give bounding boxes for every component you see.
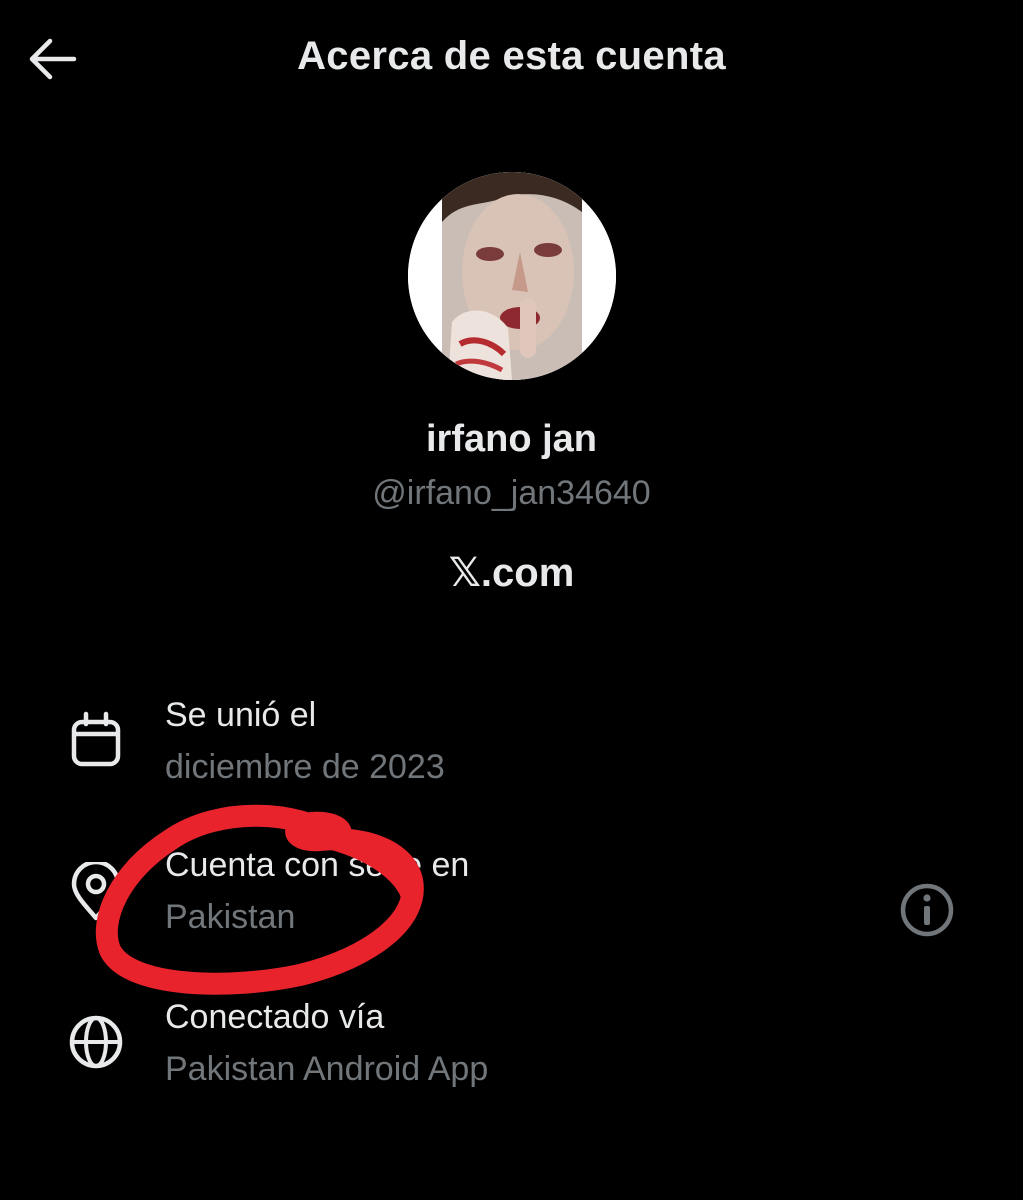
profile-photo [408,172,616,380]
based-in-label: Cuenta con sede en [165,846,470,884]
connected-via-app: Pakistan Android App [165,1050,489,1088]
joined-label: Se unió el [165,696,317,734]
top-bar: Acerca de esta cuenta [0,0,1023,120]
calendar-icon [71,711,121,767]
location-pin-icon [71,862,121,921]
info-button[interactable] [898,881,956,939]
based-in-country: Pakistan [165,898,296,936]
connected-via-row: Conectado vía Pakistan Android App [0,998,1023,1118]
user-handle: @irfano_jan34640 [372,474,651,512]
globe-icon [69,1015,123,1069]
site-label: 𝕏.com [448,551,575,595]
connected-via-label: Conectado vía [165,998,385,1036]
info-icon [900,883,954,937]
joined-row: Se unió el diciembre de 2023 [0,696,1023,816]
joined-date: diciembre de 2023 [165,748,445,786]
avatar[interactable] [408,172,616,380]
page-title: Acerca de esta cuenta [297,34,726,78]
based-in-row: Cuenta con sede en Pakistan [0,846,1023,966]
display-name: irfano jan [425,418,598,460]
